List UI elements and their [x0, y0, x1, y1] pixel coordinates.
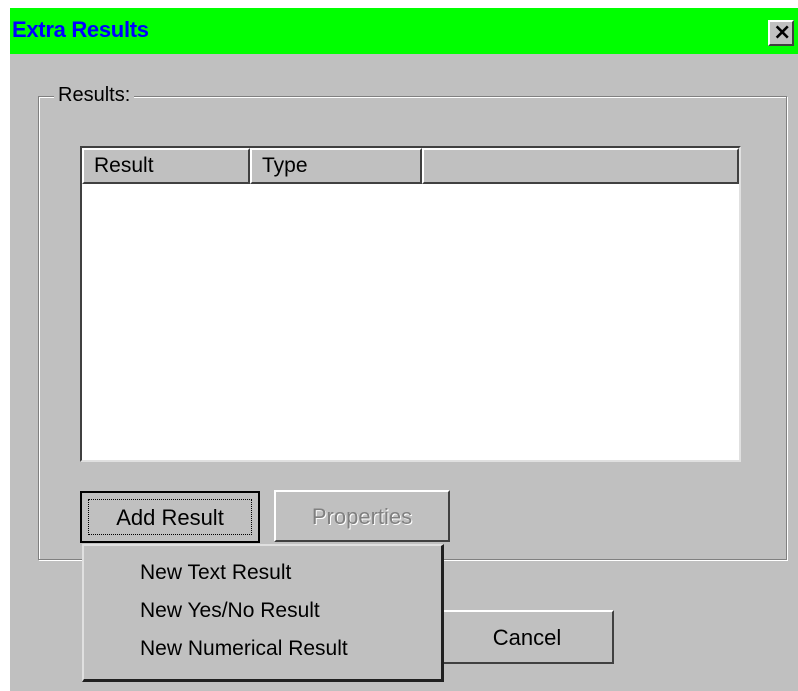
add-result-label: Add Result	[116, 505, 224, 530]
close-button[interactable]: ×	[768, 20, 794, 46]
cancel-button[interactable]: Cancel	[440, 610, 614, 664]
close-icon: ×	[773, 20, 792, 45]
menu-item-new-text-result[interactable]: New Text Result	[84, 554, 441, 592]
add-result-button[interactable]: Add Result	[80, 491, 260, 543]
column-header-result[interactable]: Result	[82, 148, 250, 184]
properties-button[interactable]: Properties	[274, 490, 450, 542]
extra-results-dialog: Extra Results × Results: Result Type Add…	[10, 8, 798, 691]
title-bar[interactable]: Extra Results ×	[10, 8, 798, 54]
menu-item-new-numerical-result[interactable]: New Numerical Result	[84, 630, 441, 668]
dialog-title: Extra Results	[12, 17, 149, 42]
cancel-label: Cancel	[492, 625, 562, 650]
menu-item-new-yes-no-result[interactable]: New Yes/No Result	[84, 592, 441, 630]
add-result-menu: New Text Result New Yes/No Result New Nu…	[82, 544, 444, 682]
column-header-blank[interactable]	[422, 148, 739, 184]
results-group-label: Results:	[54, 84, 135, 107]
properties-label: Properties	[311, 504, 413, 529]
results-list-header: Result Type	[82, 148, 739, 184]
results-list[interactable]: Result Type	[80, 146, 741, 462]
column-header-type[interactable]: Type	[250, 148, 422, 184]
